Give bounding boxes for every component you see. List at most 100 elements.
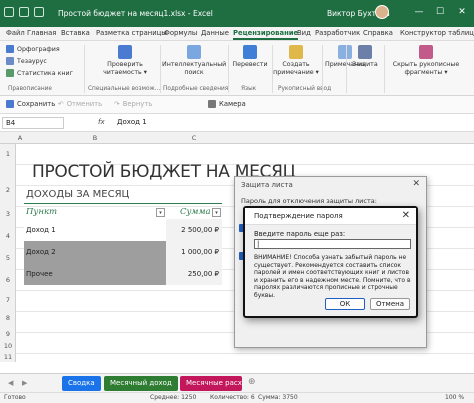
table-row: Доход 2 1 000,00 ₽: [24, 241, 222, 263]
close-icon[interactable]: ✕: [402, 210, 410, 221]
filter-button-sum[interactable]: ▾: [212, 208, 221, 217]
column-header-c[interactable]: C: [166, 134, 222, 142]
row-header[interactable]: 6: [0, 276, 16, 284]
divider: [84, 45, 85, 93]
tab-view[interactable]: Вид: [297, 29, 311, 37]
table-cell[interactable]: Доход 2: [24, 241, 166, 263]
warning-text: ВНИМАНИЕ! Способа узнать забытый пароль …: [254, 254, 411, 299]
hide-ink-button[interactable]: Скрыть рукописные фрагменты ▾: [386, 45, 466, 77]
column-header-b[interactable]: B: [24, 134, 166, 142]
formula-input[interactable]: Доход 1: [117, 118, 147, 126]
row-header[interactable]: 10: [0, 342, 16, 350]
row-header[interactable]: 8: [0, 314, 16, 322]
thesaurus-button[interactable]: Тезаурус: [6, 57, 47, 65]
divider: [346, 45, 347, 93]
tab-formulas[interactable]: Формулы: [164, 29, 197, 37]
redo-button[interactable]: ↷ Вернуть: [114, 100, 152, 108]
add-sheet-icon[interactable]: ⊕: [248, 377, 256, 387]
group-label-insights: Подробные сведения: [163, 86, 229, 92]
row-header[interactable]: 9: [0, 330, 16, 338]
row-header[interactable]: 4: [0, 232, 16, 240]
password-input[interactable]: |: [254, 239, 411, 249]
camera-icon: [208, 100, 216, 108]
search-icon: [187, 45, 201, 59]
undo-icon: ↶: [58, 100, 64, 108]
row-header[interactable]: 3: [0, 210, 16, 218]
row-header[interactable]: 2: [0, 186, 16, 194]
ribbon: Орфография Тезаурус Статистика книг Прав…: [0, 41, 474, 96]
column-title-sum[interactable]: Сумма: [180, 207, 211, 217]
column-header-a[interactable]: A: [16, 134, 24, 142]
save-button[interactable]: Сохранить: [6, 100, 55, 108]
maximize-button[interactable]: ☐: [433, 6, 447, 18]
camera-button[interactable]: Камера: [208, 100, 246, 108]
translate-button[interactable]: Перевести: [230, 45, 270, 69]
avatar[interactable]: [375, 5, 389, 19]
note-icon: [289, 45, 303, 59]
redo-icon[interactable]: [34, 7, 44, 17]
tab-file[interactable]: Файл: [6, 29, 25, 37]
check-accessibility-button[interactable]: Проверить читаемость ▾: [95, 45, 155, 77]
name-box[interactable]: B4: [2, 117, 64, 129]
workbook-stats-button[interactable]: Статистика книг: [6, 69, 73, 77]
status-bar: Готово Среднее: 1250 Количество: 6 Сумма…: [0, 392, 474, 403]
divider: [228, 45, 229, 93]
table-cell[interactable]: Прочее: [24, 263, 166, 285]
ok-button[interactable]: ОК: [325, 298, 365, 310]
tab-review[interactable]: Рецензирование: [233, 29, 299, 40]
dialog-label: Пароль для отключения защиты листа:: [241, 197, 377, 205]
row-header[interactable]: 11: [0, 353, 16, 361]
tab-page-layout[interactable]: Разметка страницы: [96, 29, 167, 37]
divider: [160, 45, 161, 93]
floppy-icon: [6, 100, 14, 108]
cancel-button[interactable]: Отмена: [370, 298, 410, 310]
accessibility-icon: [118, 45, 132, 59]
protect-button[interactable]: Защита: [348, 45, 382, 69]
group-label-proofing: Правописание: [8, 86, 52, 92]
status-average: Среднее: 1250: [150, 394, 197, 401]
chevron-left-icon[interactable]: ◀: [8, 379, 13, 387]
column-title-item[interactable]: Пункт: [26, 207, 57, 217]
row-header[interactable]: 1: [0, 150, 16, 158]
table-row: Доход 1 2 500,00 ₽: [24, 219, 222, 241]
divider: [322, 45, 323, 93]
tab-developer[interactable]: Разработчик: [315, 29, 360, 37]
table-cell[interactable]: Доход 1: [24, 219, 166, 241]
minimize-button[interactable]: —: [412, 6, 426, 18]
table-cell[interactable]: 2 500,00 ₽: [166, 219, 222, 241]
close-icon[interactable]: ✕: [412, 179, 420, 189]
chevron-right-icon[interactable]: ▶: [22, 379, 27, 387]
save-icon[interactable]: [4, 7, 14, 17]
section-subtitle[interactable]: ДОХОДЫ ЗА МЕСЯЦ: [26, 189, 129, 200]
dialog-title: Защита листа: [241, 181, 293, 189]
smart-lookup-button[interactable]: Интеллектуальный поиск: [162, 45, 226, 77]
row-header[interactable]: 5: [0, 254, 16, 262]
table-cell[interactable]: 250,00 ₽: [166, 263, 222, 285]
spelling-button[interactable]: Орфография: [6, 45, 60, 53]
lock-icon: [358, 45, 372, 59]
tab-insert[interactable]: Вставка: [61, 29, 90, 37]
new-note-button[interactable]: Создать примечание ▾: [273, 45, 319, 77]
table-cell[interactable]: 1 000,00 ₽: [166, 241, 222, 263]
sheet-tab-summary[interactable]: Сводка: [62, 376, 101, 391]
tab-data[interactable]: Данные: [201, 29, 229, 37]
spelling-icon: [6, 45, 14, 53]
status-sum: Сумма: 3750: [258, 394, 298, 401]
sheet-tab-income[interactable]: Месячный доход: [104, 376, 178, 391]
stats-icon: [6, 69, 14, 77]
dialog-titlebar: Подтверждение пароля ✕: [245, 208, 416, 225]
divider: [24, 203, 222, 204]
filter-button-item[interactable]: ▾: [156, 208, 165, 217]
function-icon[interactable]: fx: [98, 118, 105, 126]
zoom-level[interactable]: 100 %: [445, 394, 464, 401]
sheet-tab-expenses[interactable]: Месячные расх...: [180, 376, 242, 391]
close-button[interactable]: ✕: [455, 6, 469, 18]
sheet-tabs: ◀ ▶ Сводка Месячный доход Месячные расх.…: [0, 373, 474, 392]
undo-button[interactable]: ↶ Отменить: [58, 100, 102, 108]
tab-help[interactable]: Справка: [363, 29, 393, 37]
undo-icon[interactable]: [19, 7, 29, 17]
tab-table-design[interactable]: Конструктор таблиц: [400, 29, 474, 37]
ribbon-tabs: Файл Главная Вставка Разметка страницы Ф…: [0, 27, 474, 41]
tab-home[interactable]: Главная: [27, 29, 56, 37]
row-header[interactable]: 7: [0, 296, 16, 304]
